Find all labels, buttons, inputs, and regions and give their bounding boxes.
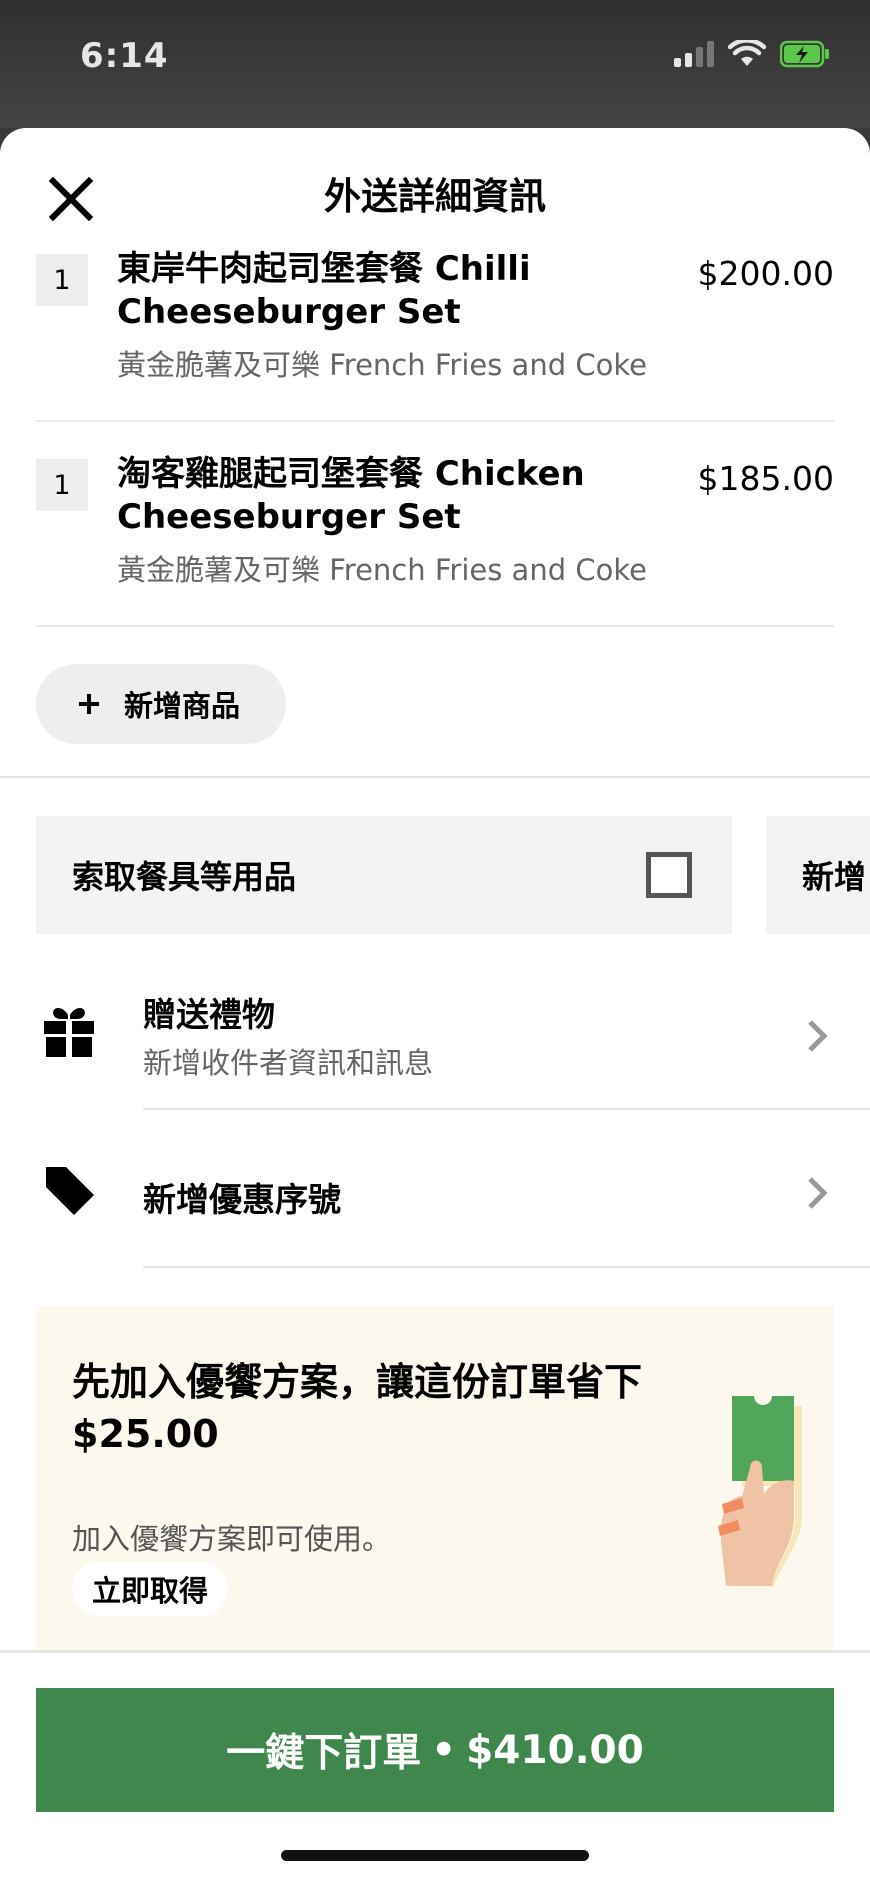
item-quantity[interactable]: 1	[36, 459, 88, 511]
item-divider	[36, 625, 834, 627]
add-option-label: 新增	[802, 858, 867, 896]
cart-item[interactable]: 1 淘客雞腿起司堡套餐 Chicken Cheeseburger Set 黃金脆…	[36, 454, 834, 587]
request-utensils-toggle[interactable]: 索取餐具等用品	[36, 816, 732, 934]
section-divider	[0, 776, 870, 778]
item-name: 淘客雞腿起司堡套餐 Chicken Cheeseburger Set	[117, 454, 585, 537]
membership-promo-card: 先加入優饗方案，讓這份訂單省下 $25.00 加入優饗方案即可使用。 立即取得	[36, 1306, 834, 1706]
item-price: $185.00	[697, 459, 834, 498]
delivery-details-sheet: 外送詳細資訊 1 東岸牛肉起司堡套餐 Chilli Cheeseburger S…	[0, 128, 870, 1883]
status-icons	[674, 40, 830, 68]
tag-icon	[46, 1167, 94, 1215]
cellular-signal-icon	[674, 41, 714, 67]
status-bar: 6:14	[0, 0, 870, 128]
sheet-header: 外送詳細資訊	[0, 128, 870, 248]
item-quantity[interactable]: 1	[36, 254, 88, 306]
order-label: 一鍵下訂單	[226, 1731, 422, 1776]
item-price: $200.00	[697, 254, 834, 293]
order-separator: •	[431, 1727, 457, 1773]
gift-title: 贈送禮物	[143, 995, 275, 1034]
add-item-label: 新增商品	[124, 689, 241, 723]
utensils-checkbox[interactable]	[646, 852, 692, 898]
status-time: 6:14	[80, 36, 169, 76]
gift-icon	[44, 1008, 94, 1057]
item-option: 黃金脆薯及可樂 French Fries and Coke	[117, 348, 647, 382]
cart-item[interactable]: 1 東岸牛肉起司堡套餐 Chilli Cheeseburger Set 黃金脆薯…	[36, 249, 834, 382]
item-option: 黃金脆薯及可樂 French Fries and Coke	[117, 553, 647, 587]
page-title: 外送詳細資訊	[324, 175, 546, 218]
add-item-button[interactable]: 新增商品	[36, 664, 286, 744]
get-now-button[interactable]: 立即取得	[72, 1562, 229, 1616]
hand-holding-ticket-icon	[718, 1396, 802, 1586]
row-divider	[143, 1108, 870, 1110]
order-total: $410.00	[466, 1727, 644, 1773]
utensils-label: 索取餐具等用品	[72, 858, 297, 896]
row-divider	[143, 1266, 870, 1268]
promo-description: 加入優饗方案即可使用。	[72, 1522, 392, 1556]
place-order-button[interactable]: 一鍵下訂單 • $410.00	[36, 1688, 834, 1812]
gift-subtitle: 新增收件者資訊和訊息	[143, 1046, 434, 1080]
plus-icon	[79, 694, 99, 714]
wifi-icon	[728, 40, 766, 66]
promo-code-title: 新增優惠序號	[143, 1180, 341, 1219]
battery-charging-icon	[780, 40, 829, 68]
chevron-right-icon	[808, 1177, 828, 1209]
add-promo-code-row[interactable]: 新增優惠序號	[0, 1123, 870, 1273]
home-indicator[interactable]	[281, 1850, 589, 1861]
checkout-footer: 一鍵下訂單 • $410.00	[0, 1653, 870, 1883]
item-divider	[36, 420, 834, 422]
promo-title: 先加入優饗方案，讓這份訂單省下 $25.00	[72, 1360, 643, 1456]
chevron-right-icon	[808, 1020, 828, 1052]
item-name: 東岸牛肉起司堡套餐 Chilli Cheeseburger Set	[117, 249, 531, 332]
send-gift-row[interactable]: 贈送禮物 新增收件者資訊和訊息	[0, 966, 870, 1116]
add-option-tile[interactable]: 新增	[766, 816, 870, 934]
